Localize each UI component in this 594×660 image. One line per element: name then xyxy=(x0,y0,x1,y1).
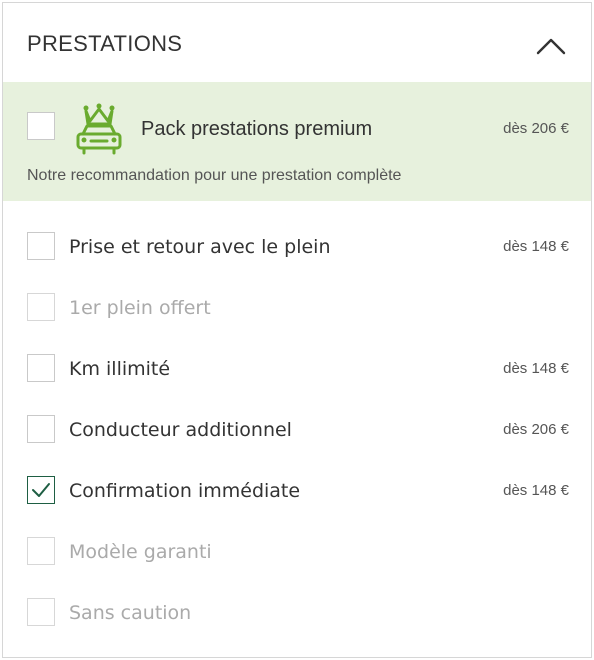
option-checkbox xyxy=(27,537,55,565)
prestations-panel: PRESTATIONS Pack prestations premium dès… xyxy=(2,2,592,658)
option-row-sans-caution: Sans caution xyxy=(3,584,591,645)
option-row-prise-et-retour[interactable]: Prise et retour avec le plein dès 148 € xyxy=(3,218,591,279)
option-checkbox xyxy=(27,293,55,321)
premium-pack-row[interactable]: Pack prestations premium dès 206 € Notre… xyxy=(3,82,591,201)
section-title: PRESTATIONS xyxy=(27,31,183,56)
option-row-conducteur-additionnel[interactable]: Conducteur additionnel dès 206 € xyxy=(3,401,591,462)
option-label: Sans caution xyxy=(69,602,192,624)
option-price: dès 148 € xyxy=(503,238,569,255)
option-label: Conducteur additionnel xyxy=(69,419,292,441)
option-checkbox[interactable] xyxy=(27,354,55,382)
option-price: dès 148 € xyxy=(503,360,569,377)
option-row-confirmation-immediate[interactable]: Confirmation immédiate dès 148 € xyxy=(3,462,591,523)
option-label: 1er plein offert xyxy=(69,297,211,319)
premium-pack-description: Notre recommandation pour une prestation… xyxy=(27,167,402,184)
option-label: Modèle garanti xyxy=(69,541,212,563)
crowned-car-icon xyxy=(73,101,125,160)
collapse-button[interactable] xyxy=(531,28,571,62)
option-checkbox[interactable] xyxy=(27,415,55,443)
option-row-1er-plein-offert: 1er plein offert xyxy=(3,279,591,340)
chevron-up-icon xyxy=(536,38,566,55)
option-checkbox-checked[interactable] xyxy=(27,476,55,504)
option-row-modele-garanti: Modèle garanti xyxy=(3,523,591,584)
premium-pack-checkbox[interactable] xyxy=(27,112,55,140)
option-label: Confirmation immédiate xyxy=(69,480,301,502)
premium-pack-price: dès 206 € xyxy=(503,120,569,137)
option-price: dès 148 € xyxy=(503,482,569,499)
option-label: Km illimité xyxy=(69,358,171,380)
option-row-km-illimite[interactable]: Km illimité dès 148 € xyxy=(3,340,591,401)
option-price: dès 206 € xyxy=(503,421,569,438)
premium-pack-label: Pack prestations premium xyxy=(141,118,373,140)
prestations-header[interactable]: PRESTATIONS xyxy=(3,3,591,82)
option-checkbox xyxy=(27,598,55,626)
checkmark-icon xyxy=(32,483,50,497)
option-label: Prise et retour avec le plein xyxy=(69,236,331,258)
option-checkbox[interactable] xyxy=(27,232,55,260)
